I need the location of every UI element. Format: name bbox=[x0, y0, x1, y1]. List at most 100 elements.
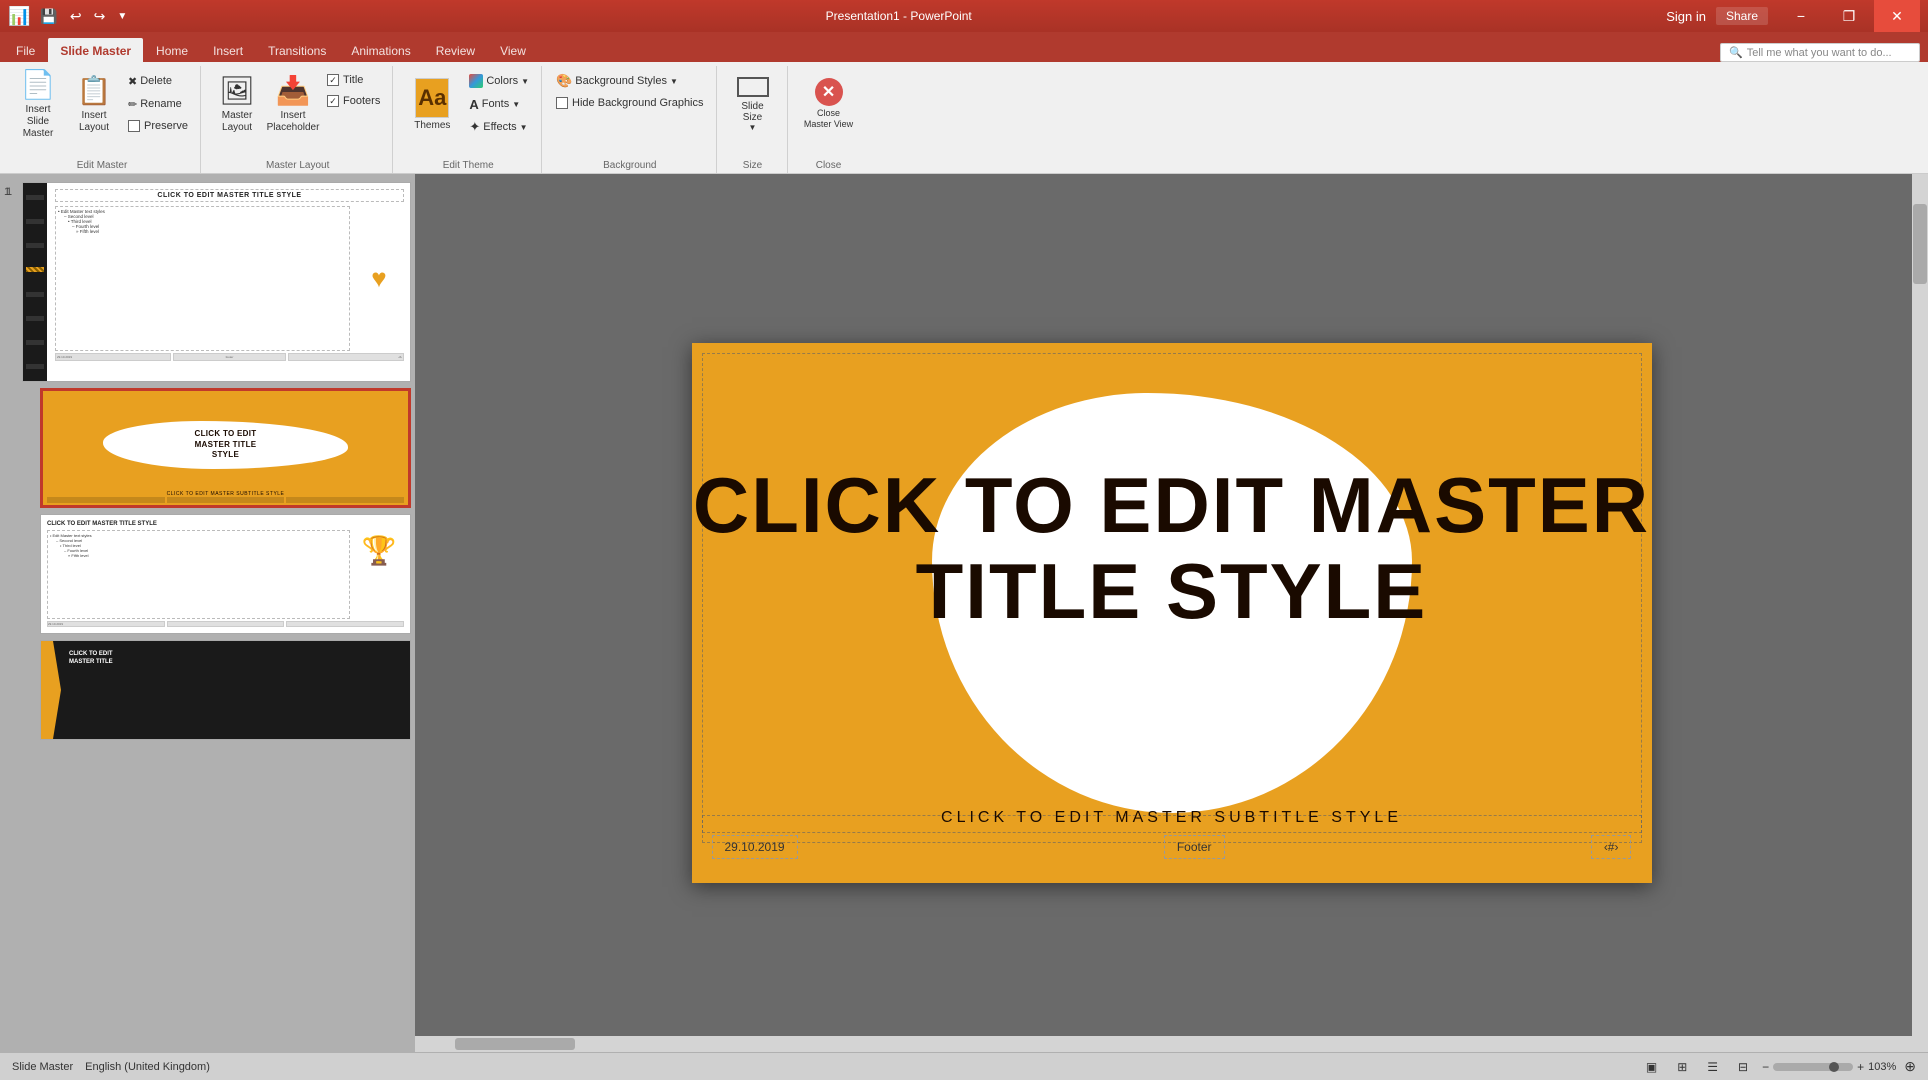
h-scrollbar-thumb bbox=[455, 1038, 575, 1050]
master-layout-button[interactable]: 🖼 Master Layout bbox=[211, 68, 263, 140]
footers-checkbox[interactable]: Footers bbox=[323, 91, 384, 111]
footer-center[interactable]: Footer bbox=[1164, 835, 1225, 859]
layout4-dark-content: CLICK TO EDIT MASTER TITLE bbox=[41, 641, 410, 739]
background-styles-icon: 🎨 bbox=[556, 73, 572, 89]
layout4-title: CLICK TO EDIT MASTER TITLE bbox=[69, 651, 404, 667]
slide-size-button[interactable]: Slide Size ▼ bbox=[727, 68, 779, 140]
title-bar-controls: Sign in Share − ❐ ✕ bbox=[1666, 0, 1920, 32]
master-thumb-container: CLICK TO EDIT MASTER TITLE STYLE • Edit … bbox=[4, 182, 411, 382]
share-button[interactable]: Share bbox=[1716, 7, 1768, 25]
zoom-slider-thumb bbox=[1829, 1062, 1839, 1072]
horizontal-scrollbar[interactable] bbox=[415, 1036, 1912, 1052]
background-group: 🎨 Background Styles ▼ Hide Background Gr… bbox=[544, 66, 716, 173]
layout4-wave bbox=[41, 641, 61, 739]
minimize-button[interactable]: − bbox=[1778, 0, 1824, 32]
view-reading-button[interactable]: ☰ bbox=[1701, 1058, 1724, 1076]
zoom-in-icon[interactable]: + bbox=[1857, 1060, 1864, 1074]
footer-date[interactable]: 29.10.2019 bbox=[712, 835, 798, 859]
title-checkbox[interactable]: Title bbox=[323, 70, 384, 90]
edit-theme-content: Aa Themes Colors ▼ A Fonts ▼ ✦ Effects ▼ bbox=[403, 68, 533, 173]
preserve-checkbox[interactable]: Preserve bbox=[124, 116, 192, 136]
customize-quick-access-icon[interactable]: ▼ bbox=[113, 9, 131, 24]
edit-theme-label: Edit Theme bbox=[395, 160, 541, 171]
insert-layout-button[interactable]: 📋 Insert Layout bbox=[68, 68, 120, 140]
master-footer: 29.10.2019 footer ‹#› bbox=[55, 353, 404, 361]
rename-button[interactable]: ✏ Rename bbox=[124, 93, 192, 115]
window-title: Presentation1 - PowerPoint bbox=[131, 9, 1666, 23]
layout3-footer: 29.10.2019 bbox=[47, 621, 404, 627]
master-layout-group: 🖼 Master Layout 📥 Insert Placeholder Tit… bbox=[203, 66, 393, 173]
master-thumb-text: • Edit Master text styles – Second level… bbox=[55, 206, 350, 351]
edit-master-small-btns: ✖ Delete ✏ Rename Preserve bbox=[124, 68, 192, 136]
rename-icon: ✏ bbox=[128, 98, 137, 111]
zoom-percent-label[interactable]: 103% bbox=[1868, 1061, 1896, 1073]
restore-button[interactable]: ❐ bbox=[1826, 0, 1872, 32]
master-footer-page: ‹#› bbox=[288, 353, 404, 361]
view-slideshow-button[interactable]: ⊟ bbox=[1732, 1058, 1754, 1076]
main-slide[interactable]: CLICK TO EDIT MASTER TITLE STYLE CLICK T… bbox=[692, 343, 1652, 883]
colors-icon bbox=[469, 74, 483, 88]
main-area: 1 CLICK TO EDIT MASTER TITLE STYLE bbox=[0, 174, 1928, 1052]
search-area: 🔍 Tell me what you want to do... bbox=[539, 43, 1928, 62]
zoom-slider[interactable] bbox=[1773, 1063, 1853, 1071]
tab-slide-master[interactable]: Slide Master bbox=[48, 38, 143, 62]
close-master-view-button[interactable]: ✕ Close Master View bbox=[798, 68, 860, 140]
effects-button[interactable]: ✦ Effects ▼ bbox=[465, 116, 533, 138]
layout-slide-thumb-4[interactable]: CLICK TO EDIT MASTER TITLE bbox=[40, 640, 411, 740]
footer-page-number[interactable]: ‹#› bbox=[1591, 835, 1632, 859]
layout3-footer-date: 29.10.2019 bbox=[47, 621, 165, 627]
tab-animations[interactable]: Animations bbox=[339, 38, 422, 62]
vertical-scrollbar[interactable] bbox=[1912, 174, 1928, 1052]
bg-styles-dropdown-icon: ▼ bbox=[670, 77, 678, 86]
insert-placeholder-button[interactable]: 📥 Insert Placeholder bbox=[267, 68, 319, 140]
slide-panel[interactable]: 1 CLICK TO EDIT MASTER TITLE STYLE bbox=[0, 174, 415, 1052]
layout3-text: • Edit Master text styles – Second level… bbox=[47, 530, 350, 619]
insert-slide-master-button[interactable]: 📄 Insert Slide Master bbox=[12, 68, 64, 140]
view-slide-sorter-button[interactable]: ⊞ bbox=[1671, 1058, 1693, 1076]
edit-theme-group: Aa Themes Colors ▼ A Fonts ▼ ✦ Effects ▼ bbox=[395, 66, 542, 173]
ribbon: 📄 Insert Slide Master 📋 Insert Layout ✖ … bbox=[0, 62, 1928, 174]
master-slide-thumb[interactable]: CLICK TO EDIT MASTER TITLE STYLE • Edit … bbox=[22, 182, 411, 382]
layout3-footer-center bbox=[167, 621, 285, 627]
layout4-thumb-container: CLICK TO EDIT MASTER TITLE bbox=[4, 640, 411, 740]
delete-button[interactable]: ✖ Delete bbox=[124, 70, 192, 92]
hide-background-checkbox[interactable]: Hide Background Graphics bbox=[552, 93, 707, 113]
tab-view[interactable]: View bbox=[488, 38, 538, 62]
undo-icon[interactable]: ↩ bbox=[66, 6, 86, 27]
themes-button[interactable]: Aa Themes bbox=[403, 68, 461, 140]
fonts-button[interactable]: A Fonts ▼ bbox=[465, 93, 533, 115]
colors-button[interactable]: Colors ▼ bbox=[465, 70, 533, 92]
background-label: Background bbox=[544, 160, 715, 171]
view-normal-button[interactable]: ▣ bbox=[1640, 1058, 1663, 1076]
close-label: Close bbox=[790, 160, 868, 171]
background-styles-button[interactable]: 🎨 Background Styles ▼ bbox=[552, 70, 707, 92]
zoom-out-icon[interactable]: − bbox=[1762, 1060, 1769, 1074]
tab-home[interactable]: Home bbox=[144, 38, 200, 62]
tab-review[interactable]: Review bbox=[424, 38, 487, 62]
fit-slide-icon[interactable]: ⊕ bbox=[1904, 1058, 1916, 1075]
title-bar-left: 📊 💾 ↩ ↪ ▼ bbox=[8, 6, 131, 27]
main-slide-subtitle[interactable]: CLICK TO EDIT MASTER SUBTITLE STYLE bbox=[692, 809, 1652, 827]
master-footer-center: footer bbox=[173, 353, 287, 361]
edit-master-label: Edit Master bbox=[4, 160, 200, 171]
status-right: ▣ ⊞ ☰ ⊟ − + 103% ⊕ bbox=[1640, 1058, 1916, 1076]
tab-insert[interactable]: Insert bbox=[201, 38, 255, 62]
main-slide-title[interactable]: CLICK TO EDIT MASTER TITLE STYLE bbox=[692, 463, 1652, 635]
redo-icon[interactable]: ↪ bbox=[90, 6, 110, 27]
search-box[interactable]: 🔍 Tell me what you want to do... bbox=[1720, 43, 1920, 62]
master-thumb-heart-icon: ♥ bbox=[354, 206, 404, 351]
language-indicator[interactable]: English (United Kingdom) bbox=[85, 1061, 210, 1073]
edit-master-content: 📄 Insert Slide Master 📋 Insert Layout ✖ … bbox=[12, 68, 192, 173]
tab-file[interactable]: File bbox=[4, 38, 47, 62]
layout-slide-thumb-3[interactable]: CLICK TO EDIT MASTER TITLE STYLE • Edit … bbox=[40, 514, 411, 634]
layout-slide-thumb-2[interactable]: CLICK TO EDIT MASTER TITLE STYLE CLICK T… bbox=[40, 388, 411, 508]
save-icon[interactable]: 💾 bbox=[36, 6, 61, 27]
ribbon-tabs: File Slide Master Home Insert Transition… bbox=[0, 32, 1928, 62]
slide-footer: 29.10.2019 Footer ‹#› bbox=[712, 835, 1632, 859]
tab-transitions[interactable]: Transitions bbox=[256, 38, 338, 62]
status-bar: Slide Master English (United Kingdom) ▣ … bbox=[0, 1052, 1928, 1080]
layout-yellow-title: CLICK TO EDIT MASTER TITLE STYLE bbox=[111, 429, 339, 460]
master-footer-date: 29.10.2019 bbox=[55, 353, 171, 361]
user-account[interactable]: Sign in bbox=[1666, 9, 1706, 24]
close-button[interactable]: ✕ bbox=[1874, 0, 1920, 32]
